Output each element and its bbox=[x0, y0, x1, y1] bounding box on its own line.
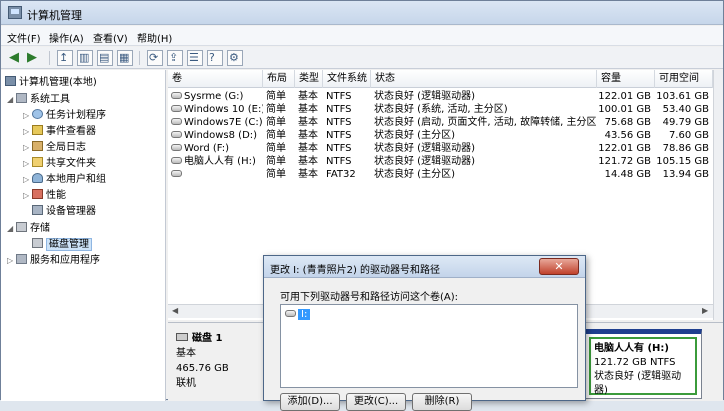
title-bar[interactable]: 计算机管理 bbox=[1, 1, 723, 25]
tree-item-disk-management[interactable]: 磁盘管理 bbox=[32, 235, 92, 251]
console-icon[interactable]: ▤ bbox=[97, 50, 113, 66]
volume-icon bbox=[171, 92, 182, 99]
expand-arrow-icon[interactable]: ◢ bbox=[7, 224, 16, 233]
table-row[interactable]: Word (F:) 简单 基本 NTFS 状态良好 (逻辑驱动器) 122.01… bbox=[168, 142, 713, 155]
scroll-right-icon[interactable]: ▶ bbox=[702, 306, 708, 315]
volume-icon bbox=[171, 131, 182, 138]
refresh-icon[interactable]: ⟳ bbox=[147, 50, 163, 66]
action-icon[interactable]: ⚙ bbox=[227, 50, 243, 66]
partition-block-inner: 电脑人人有 (H:) 121.72 GB NTFS 状态良好 (逻辑驱动器) bbox=[589, 337, 697, 396]
change-button[interactable]: 更改(C)... bbox=[346, 393, 406, 411]
add-button[interactable]: 添加(D)... bbox=[280, 393, 340, 411]
users-icon bbox=[32, 173, 43, 183]
volume-icon bbox=[171, 105, 182, 112]
table-row[interactable]: Windows 10 (E:) 简单 基本 NTFS 状态良好 (系统, 活动,… bbox=[168, 103, 713, 116]
tree-item-storage[interactable]: ◢ 存储 bbox=[7, 219, 50, 235]
folder-icon bbox=[32, 157, 43, 167]
tree-item-device-manager[interactable]: 设备管理器 bbox=[32, 202, 96, 218]
collapse-arrow-icon[interactable]: ▷ bbox=[23, 175, 32, 184]
menu-file[interactable]: 文件(F) bbox=[7, 30, 41, 45]
toolbar-separator bbox=[49, 51, 50, 65]
menu-view[interactable]: 查看(V) bbox=[93, 30, 128, 45]
window-title: 计算机管理 bbox=[27, 9, 82, 22]
tree-item-global-log[interactable]: ▷ 全局日志 bbox=[23, 138, 86, 154]
dialog-title: 更改 I: (青青照片2) 的驱动器号和路径 bbox=[270, 265, 441, 276]
computer-management-window: 计算机管理 文件(F) 操作(A) 查看(V) 帮助(H) ◀ ▶ ↥ ▥ ▤ … bbox=[0, 0, 724, 411]
log-icon bbox=[32, 141, 43, 151]
volume-icon bbox=[171, 170, 182, 177]
computer-icon bbox=[5, 76, 16, 86]
menu-help[interactable]: 帮助(H) bbox=[137, 30, 172, 45]
tree-item-task-scheduler[interactable]: ▷ 任务计划程序 bbox=[23, 106, 106, 122]
tree-item-event-viewer[interactable]: ▷ 事件查看器 bbox=[23, 122, 96, 138]
up-folder-icon[interactable]: ↥ bbox=[57, 50, 73, 66]
help-icon[interactable]: ? bbox=[207, 50, 223, 66]
toolbar: ◀ ▶ ↥ ▥ ▤ ▦ ⟳ ⇪ ☰ ? ⚙ bbox=[1, 47, 723, 69]
volume-list-header: 卷 布局 类型 文件系统 状态 容量 可用空间 bbox=[168, 70, 713, 88]
menu-bar: 文件(F) 操作(A) 查看(V) 帮助(H) bbox=[1, 26, 723, 46]
table-row[interactable]: 电脑人人有 (H:) 简单 基本 NTFS 状态良好 (逻辑驱动器) 121.7… bbox=[168, 155, 713, 168]
column-header-volume[interactable]: 卷 bbox=[168, 70, 263, 88]
tree-item-performance[interactable]: ▷ 性能 bbox=[23, 186, 66, 202]
computer-management-icon bbox=[8, 6, 22, 19]
disk-info[interactable]: 磁盘 1 基本 465.76 GB 联机 bbox=[176, 331, 229, 391]
dialog-prompt: 可用下列驱动器号和路径访问这个卷(A): bbox=[280, 292, 459, 303]
column-header-type[interactable]: 类型 bbox=[295, 70, 323, 88]
clock-icon bbox=[32, 109, 43, 119]
navigation-tree: 计算机管理(本地) ◢ 系统工具 ▷ 任务计划程序 ▷ 事件查看器 ▷ 全局日志 ▷ 共享… bbox=[1, 70, 166, 401]
drive-path-list[interactable]: I: bbox=[280, 304, 578, 388]
table-row[interactable]: 简单 基本 FAT32 状态良好 (主分区) 14.48 GB 13.94 GB bbox=[168, 168, 713, 181]
services-icon bbox=[16, 254, 27, 264]
column-header-filesystem[interactable]: 文件系统 bbox=[323, 70, 371, 88]
disk-icon bbox=[176, 333, 188, 341]
column-header-layout[interactable]: 布局 bbox=[263, 70, 295, 88]
tree-item-shared-folders[interactable]: ▷ 共享文件夹 bbox=[23, 154, 96, 170]
table-row[interactable]: Sysrme (G:) 简单 基本 NTFS 状态良好 (逻辑驱动器) 122.… bbox=[168, 90, 713, 103]
tree-item-root[interactable]: 计算机管理(本地) bbox=[5, 73, 97, 89]
delete-button[interactable]: 删除(R) bbox=[412, 393, 472, 411]
export-list-icon[interactable]: ⇪ bbox=[167, 50, 183, 66]
scroll-left-icon[interactable]: ◀ bbox=[172, 306, 178, 315]
storage-icon bbox=[16, 222, 27, 232]
show-hide-tree-icon[interactable]: ▥ bbox=[77, 50, 93, 66]
volume-icon bbox=[171, 118, 182, 125]
properties-icon[interactable]: ☰ bbox=[187, 50, 203, 66]
drive-icon bbox=[285, 310, 296, 317]
details-icon[interactable]: ▦ bbox=[117, 50, 133, 66]
collapse-arrow-icon[interactable]: ▷ bbox=[23, 111, 32, 120]
tools-icon bbox=[16, 93, 27, 103]
column-header-free-space[interactable]: 可用空间 bbox=[655, 70, 713, 88]
back-arrow-icon[interactable]: ◀ bbox=[9, 50, 25, 66]
change-drive-letter-dialog: 更改 I: (青青照片2) 的驱动器号和路径 ✕ 可用下列驱动器号和路径访问这个… bbox=[263, 255, 586, 411]
close-icon[interactable]: ✕ bbox=[539, 258, 579, 275]
collapse-arrow-icon[interactable]: ▷ bbox=[23, 143, 32, 152]
column-header-status[interactable]: 状态 bbox=[371, 70, 597, 88]
tree-item-local-users[interactable]: ▷ 本地用户和组 bbox=[23, 170, 106, 186]
vertical-scrollbar[interactable] bbox=[713, 70, 723, 320]
menu-action[interactable]: 操作(A) bbox=[49, 30, 84, 45]
list-item[interactable]: I: bbox=[285, 308, 311, 321]
device-manager-icon bbox=[32, 205, 43, 215]
partition-block[interactable]: 电脑人人有 (H:) 121.72 GB NTFS 状态良好 (逻辑驱动器) bbox=[584, 329, 702, 399]
dialog-title-bar[interactable]: 更改 I: (青青照片2) 的驱动器号和路径 ✕ bbox=[264, 256, 585, 278]
volume-icon bbox=[171, 144, 182, 151]
disk-management-icon bbox=[32, 238, 43, 248]
event-viewer-icon bbox=[32, 125, 43, 135]
toolbar-separator bbox=[139, 51, 140, 65]
collapse-arrow-icon[interactable]: ▷ bbox=[23, 159, 32, 168]
tree-item-system-tools[interactable]: ◢ 系统工具 bbox=[7, 90, 70, 106]
tree-item-services[interactable]: ▷ 服务和应用程序 bbox=[7, 251, 100, 267]
column-header-capacity[interactable]: 容量 bbox=[597, 70, 655, 88]
collapse-arrow-icon[interactable]: ▷ bbox=[23, 191, 32, 200]
performance-icon bbox=[32, 189, 43, 199]
forward-arrow-icon[interactable]: ▶ bbox=[27, 50, 43, 66]
collapse-arrow-icon[interactable]: ▷ bbox=[7, 256, 16, 265]
collapse-arrow-icon[interactable]: ▷ bbox=[23, 127, 32, 136]
volume-icon bbox=[171, 157, 182, 164]
table-row[interactable]: Windows7E (C:) 简单 基本 NTFS 状态良好 (启动, 页面文件… bbox=[168, 116, 713, 129]
expand-arrow-icon[interactable]: ◢ bbox=[7, 95, 16, 104]
table-row[interactable]: Windows8 (D:) 简单 基本 NTFS 状态良好 (主分区) 43.5… bbox=[168, 129, 713, 142]
